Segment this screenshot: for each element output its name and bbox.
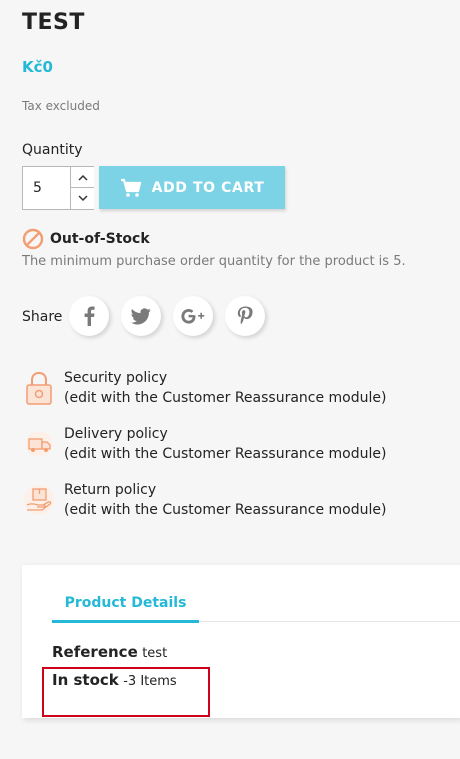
minimum-quantity-message: The minimum purchase order quantity for … <box>22 254 406 269</box>
reassurance-item-delivery: Delivery policy (edit with the Customer … <box>22 424 386 464</box>
reference-label: Reference <box>52 643 138 661</box>
share-facebook-button[interactable] <box>69 296 109 336</box>
quantity-label: Quantity <box>22 142 83 158</box>
quantity-increase-button[interactable] <box>70 167 94 188</box>
truck-icon <box>22 424 56 464</box>
availability-status: Out-of-Stock <box>22 228 150 250</box>
return-box-icon <box>22 480 56 520</box>
tab-divider <box>199 621 460 622</box>
add-to-cart-button[interactable]: ADD TO CART <box>99 166 285 209</box>
highlight-annotation-box <box>42 667 210 717</box>
twitter-icon <box>131 307 151 324</box>
google-plus-icon <box>181 309 205 324</box>
share-pinterest-button[interactable] <box>225 296 265 336</box>
product-title: TEST <box>22 10 85 35</box>
reassurance-title: Delivery policy <box>64 426 168 442</box>
reassurance-note: (edit with the Customer Reassurance modu… <box>64 446 387 462</box>
reassurance-title: Security policy <box>64 370 168 386</box>
chevron-down-icon <box>77 195 88 202</box>
reassurance-title: Return policy <box>64 482 157 498</box>
reassurance-item-security: Security policy (edit with the Customer … <box>22 368 386 408</box>
tab-product-details[interactable]: Product Details <box>52 595 199 623</box>
add-to-cart-label: ADD TO CART <box>151 179 265 196</box>
reference-row: Reference test <box>52 643 167 661</box>
product-price: Kč0 <box>22 58 53 76</box>
availability-label: Out-of-Stock <box>50 231 150 247</box>
chevron-up-icon <box>77 174 88 181</box>
share-google-plus-button[interactable] <box>173 296 213 336</box>
facebook-icon <box>84 306 95 326</box>
quantity-stepper <box>22 166 94 210</box>
reassurance-item-return: Return policy (edit with the Customer Re… <box>22 480 386 520</box>
lock-icon <box>22 368 56 408</box>
block-icon <box>22 228 44 250</box>
quantity-input[interactable] <box>24 168 70 208</box>
quantity-decrease-button[interactable] <box>70 188 94 209</box>
pinterest-icon <box>237 306 253 325</box>
reference-value: test <box>142 646 168 661</box>
reassurance-note: (edit with the Customer Reassurance modu… <box>64 502 387 518</box>
share-label: Share <box>22 309 63 325</box>
reassurance-note: (edit with the Customer Reassurance modu… <box>64 390 387 406</box>
tax-note: Tax excluded <box>22 99 100 113</box>
shopping-cart-icon <box>120 178 142 197</box>
share-twitter-button[interactable] <box>121 296 161 336</box>
